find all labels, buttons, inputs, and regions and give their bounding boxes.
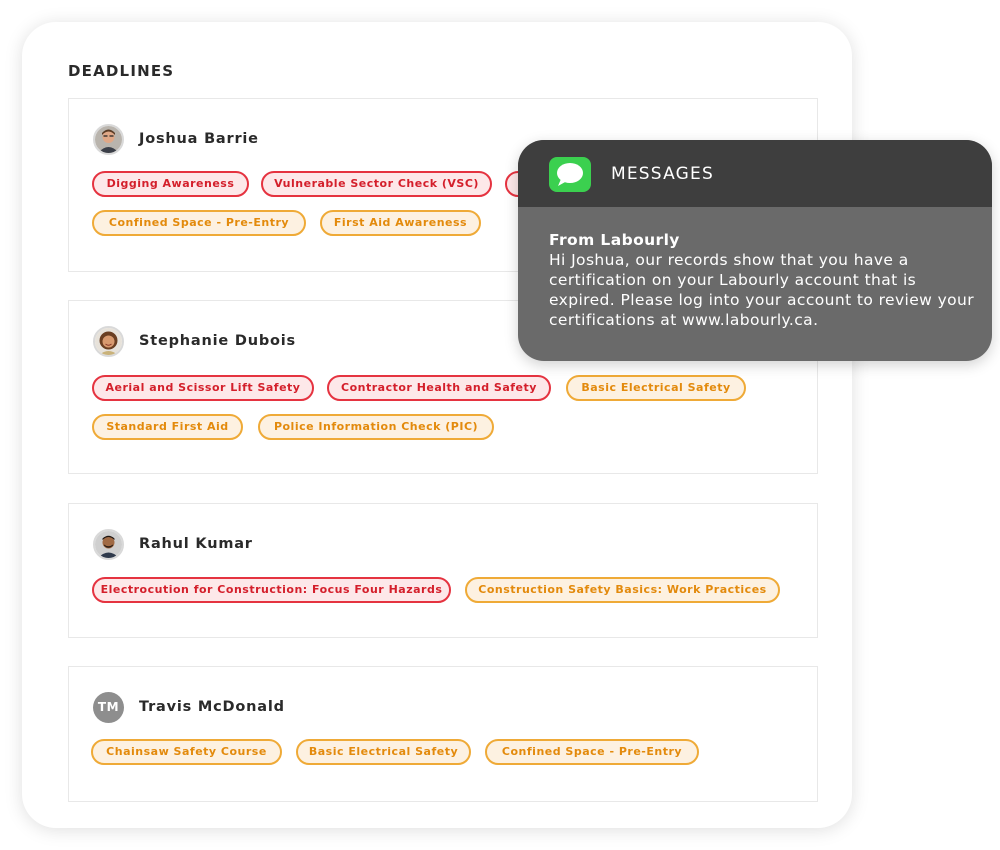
certification-tag[interactable]: Construction Safety Basics: Work Practic… xyxy=(465,577,780,603)
person-name[interactable]: Rahul Kumar xyxy=(139,536,253,552)
person-name[interactable]: Stephanie Dubois xyxy=(139,333,296,349)
avatar[interactable]: TM xyxy=(93,691,124,723)
certification-tag[interactable]: First Aid Awareness xyxy=(320,210,481,236)
person-name[interactable]: Travis McDonald xyxy=(139,699,285,715)
certification-tag[interactable]: Standard First Aid xyxy=(92,414,243,440)
panel-title: DEADLINES xyxy=(68,62,175,80)
deadline-card: TM Travis McDonald Chainsaw Safety Cours… xyxy=(68,666,818,802)
messages-app-icon xyxy=(549,157,591,192)
certification-tag[interactable]: Confined Space - Pre-Entry xyxy=(92,210,306,236)
certification-tag[interactable]: Contractor Health and Safety xyxy=(327,375,551,401)
notification-body: From Labourly Hi Joshua, our records sho… xyxy=(549,230,979,330)
avatar[interactable] xyxy=(93,123,124,155)
certification-tag[interactable]: Chainsaw Safety Course xyxy=(91,739,282,765)
person-header: TM Travis McDonald xyxy=(93,691,285,723)
avatar[interactable] xyxy=(93,325,124,357)
deadline-card: Rahul Kumar Electrocution for Constructi… xyxy=(68,503,818,638)
person-name[interactable]: Joshua Barrie xyxy=(139,131,259,147)
notification-sender: From Labourly xyxy=(549,231,680,249)
certification-tag[interactable]: Basic Electrical Safety xyxy=(296,739,471,765)
certification-tag[interactable]: Digging Awareness xyxy=(92,171,249,197)
avatar[interactable] xyxy=(93,528,124,560)
certification-tag[interactable]: Confined Space - Pre-Entry xyxy=(485,739,699,765)
person-header: Stephanie Dubois xyxy=(93,325,296,357)
certification-tag[interactable]: Aerial and Scissor Lift Safety xyxy=(92,375,314,401)
notification-app-name: MESSAGES xyxy=(611,164,714,184)
certification-tag[interactable]: Vulnerable Sector Check (VSC) xyxy=(261,171,492,197)
notification-text: Hi Joshua, our records show that you hav… xyxy=(549,251,975,329)
certification-tag[interactable]: Basic Electrical Safety xyxy=(566,375,746,401)
message-notification[interactable]: MESSAGES From Labourly Hi Joshua, our re… xyxy=(518,140,992,361)
certification-tag[interactable]: Electrocution for Construction: Focus Fo… xyxy=(92,577,451,603)
person-header: Joshua Barrie xyxy=(93,123,259,155)
notification-header: MESSAGES xyxy=(518,140,992,207)
person-header: Rahul Kumar xyxy=(93,528,253,560)
certification-tag[interactable]: Police Information Check (PIC) xyxy=(258,414,494,440)
